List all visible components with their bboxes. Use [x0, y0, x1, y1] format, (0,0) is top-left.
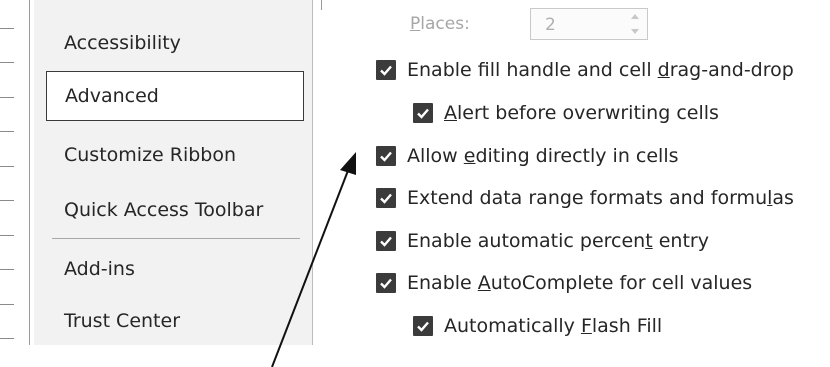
sidebar-item-label: Trust Center: [64, 310, 181, 332]
sidebar-item-trust-center[interactable]: Trust Center: [46, 296, 304, 346]
option-enable-fill-handle[interactable]: Enable fill handle and cell drag-and-dro…: [376, 56, 794, 84]
sidebar-item-label: Customize Ribbon: [64, 144, 237, 166]
checkmark-icon: [380, 65, 392, 76]
option-label: Enable AutoComplete for cell values: [407, 272, 753, 294]
checkmark-icon: [417, 321, 429, 332]
checkmark-icon: [380, 278, 392, 289]
sidebar-item-advanced[interactable]: Advanced: [46, 71, 304, 121]
sidebar-item-customize-ribbon[interactable]: Customize Ribbon: [46, 130, 304, 180]
option-flash-fill[interactable]: Automatically Flash Fill: [413, 312, 662, 340]
option-extend-data-range[interactable]: Extend data range formats and formulas: [376, 184, 794, 212]
option-label: Allow editing directly in cells: [407, 145, 679, 167]
checkmark-icon: [380, 151, 392, 162]
option-allow-editing-in-cells[interactable]: Allow editing directly in cells: [376, 142, 679, 170]
sidebar-item-add-ins[interactable]: Add-ins: [46, 244, 304, 294]
chevron-down-icon[interactable]: [631, 29, 639, 34]
option-label: Alert before overwriting cells: [444, 102, 719, 124]
option-label: Automatically Flash Fill: [444, 315, 663, 337]
chevron-up-icon[interactable]: [631, 14, 639, 19]
sidebar-item-quick-access-toolbar[interactable]: Quick Access Toolbar: [46, 185, 304, 235]
option-autocomplete[interactable]: Enable AutoComplete for cell values: [376, 269, 752, 297]
checkbox[interactable]: [413, 316, 433, 336]
sidebar-item-label: Accessibility: [64, 32, 181, 54]
sidebar-item-accessibility[interactable]: Accessibility: [46, 18, 304, 68]
checkbox[interactable]: [376, 188, 396, 208]
places-value: 2: [545, 15, 556, 35]
option-label: Enable fill handle and cell drag-and-dro…: [407, 59, 794, 81]
checkbox[interactable]: [376, 231, 396, 251]
sidebar-item-label: Quick Access Toolbar: [64, 199, 264, 221]
option-label: Enable automatic percent entry: [407, 230, 709, 252]
checkbox[interactable]: [376, 60, 396, 80]
places-stepper[interactable]: 2: [530, 8, 648, 40]
checkbox[interactable]: [376, 273, 396, 293]
places-label: Places:: [410, 14, 470, 34]
places-spinner[interactable]: [629, 12, 641, 36]
divider-mark: [321, 0, 322, 10]
ruler: [0, 0, 30, 345]
option-alert-overwriting[interactable]: Alert before overwriting cells: [413, 99, 719, 127]
option-label: Extend data range formats and formulas: [407, 187, 794, 209]
checkmark-icon: [380, 193, 392, 204]
checkbox[interactable]: [376, 146, 396, 166]
option-automatic-percent-entry[interactable]: Enable automatic percent entry: [376, 227, 709, 255]
checkbox[interactable]: [413, 103, 433, 123]
sidebar-item-label: Advanced: [65, 85, 159, 107]
sidebar-divider: [52, 238, 300, 239]
checkmark-icon: [417, 108, 429, 119]
sidebar-item-label: Add-ins: [64, 258, 135, 280]
options-sidebar: Accessibility Advanced Customize Ribbon …: [34, 0, 313, 345]
checkmark-icon: [380, 236, 392, 247]
